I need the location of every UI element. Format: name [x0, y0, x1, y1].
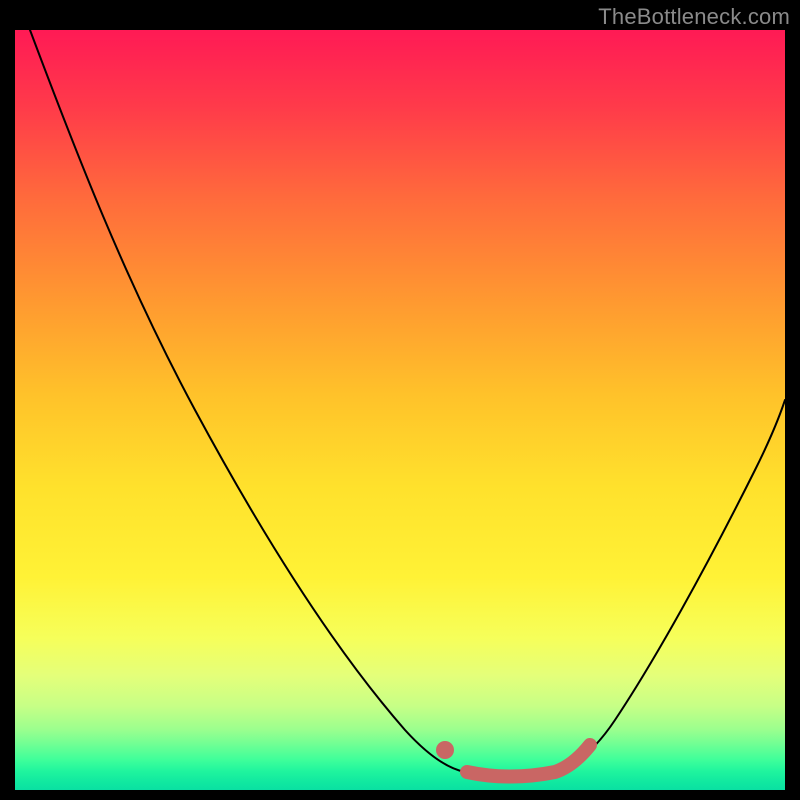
- bottleneck-curve: [30, 30, 785, 777]
- bottleneck-curve-svg: [15, 30, 785, 790]
- optimal-range-highlight: [467, 745, 590, 777]
- attribution-text: TheBottleneck.com: [598, 4, 790, 30]
- gradient-plot-area: [15, 30, 785, 790]
- chart-stage: TheBottleneck.com: [0, 0, 800, 800]
- highlight-start-dot: [436, 741, 454, 759]
